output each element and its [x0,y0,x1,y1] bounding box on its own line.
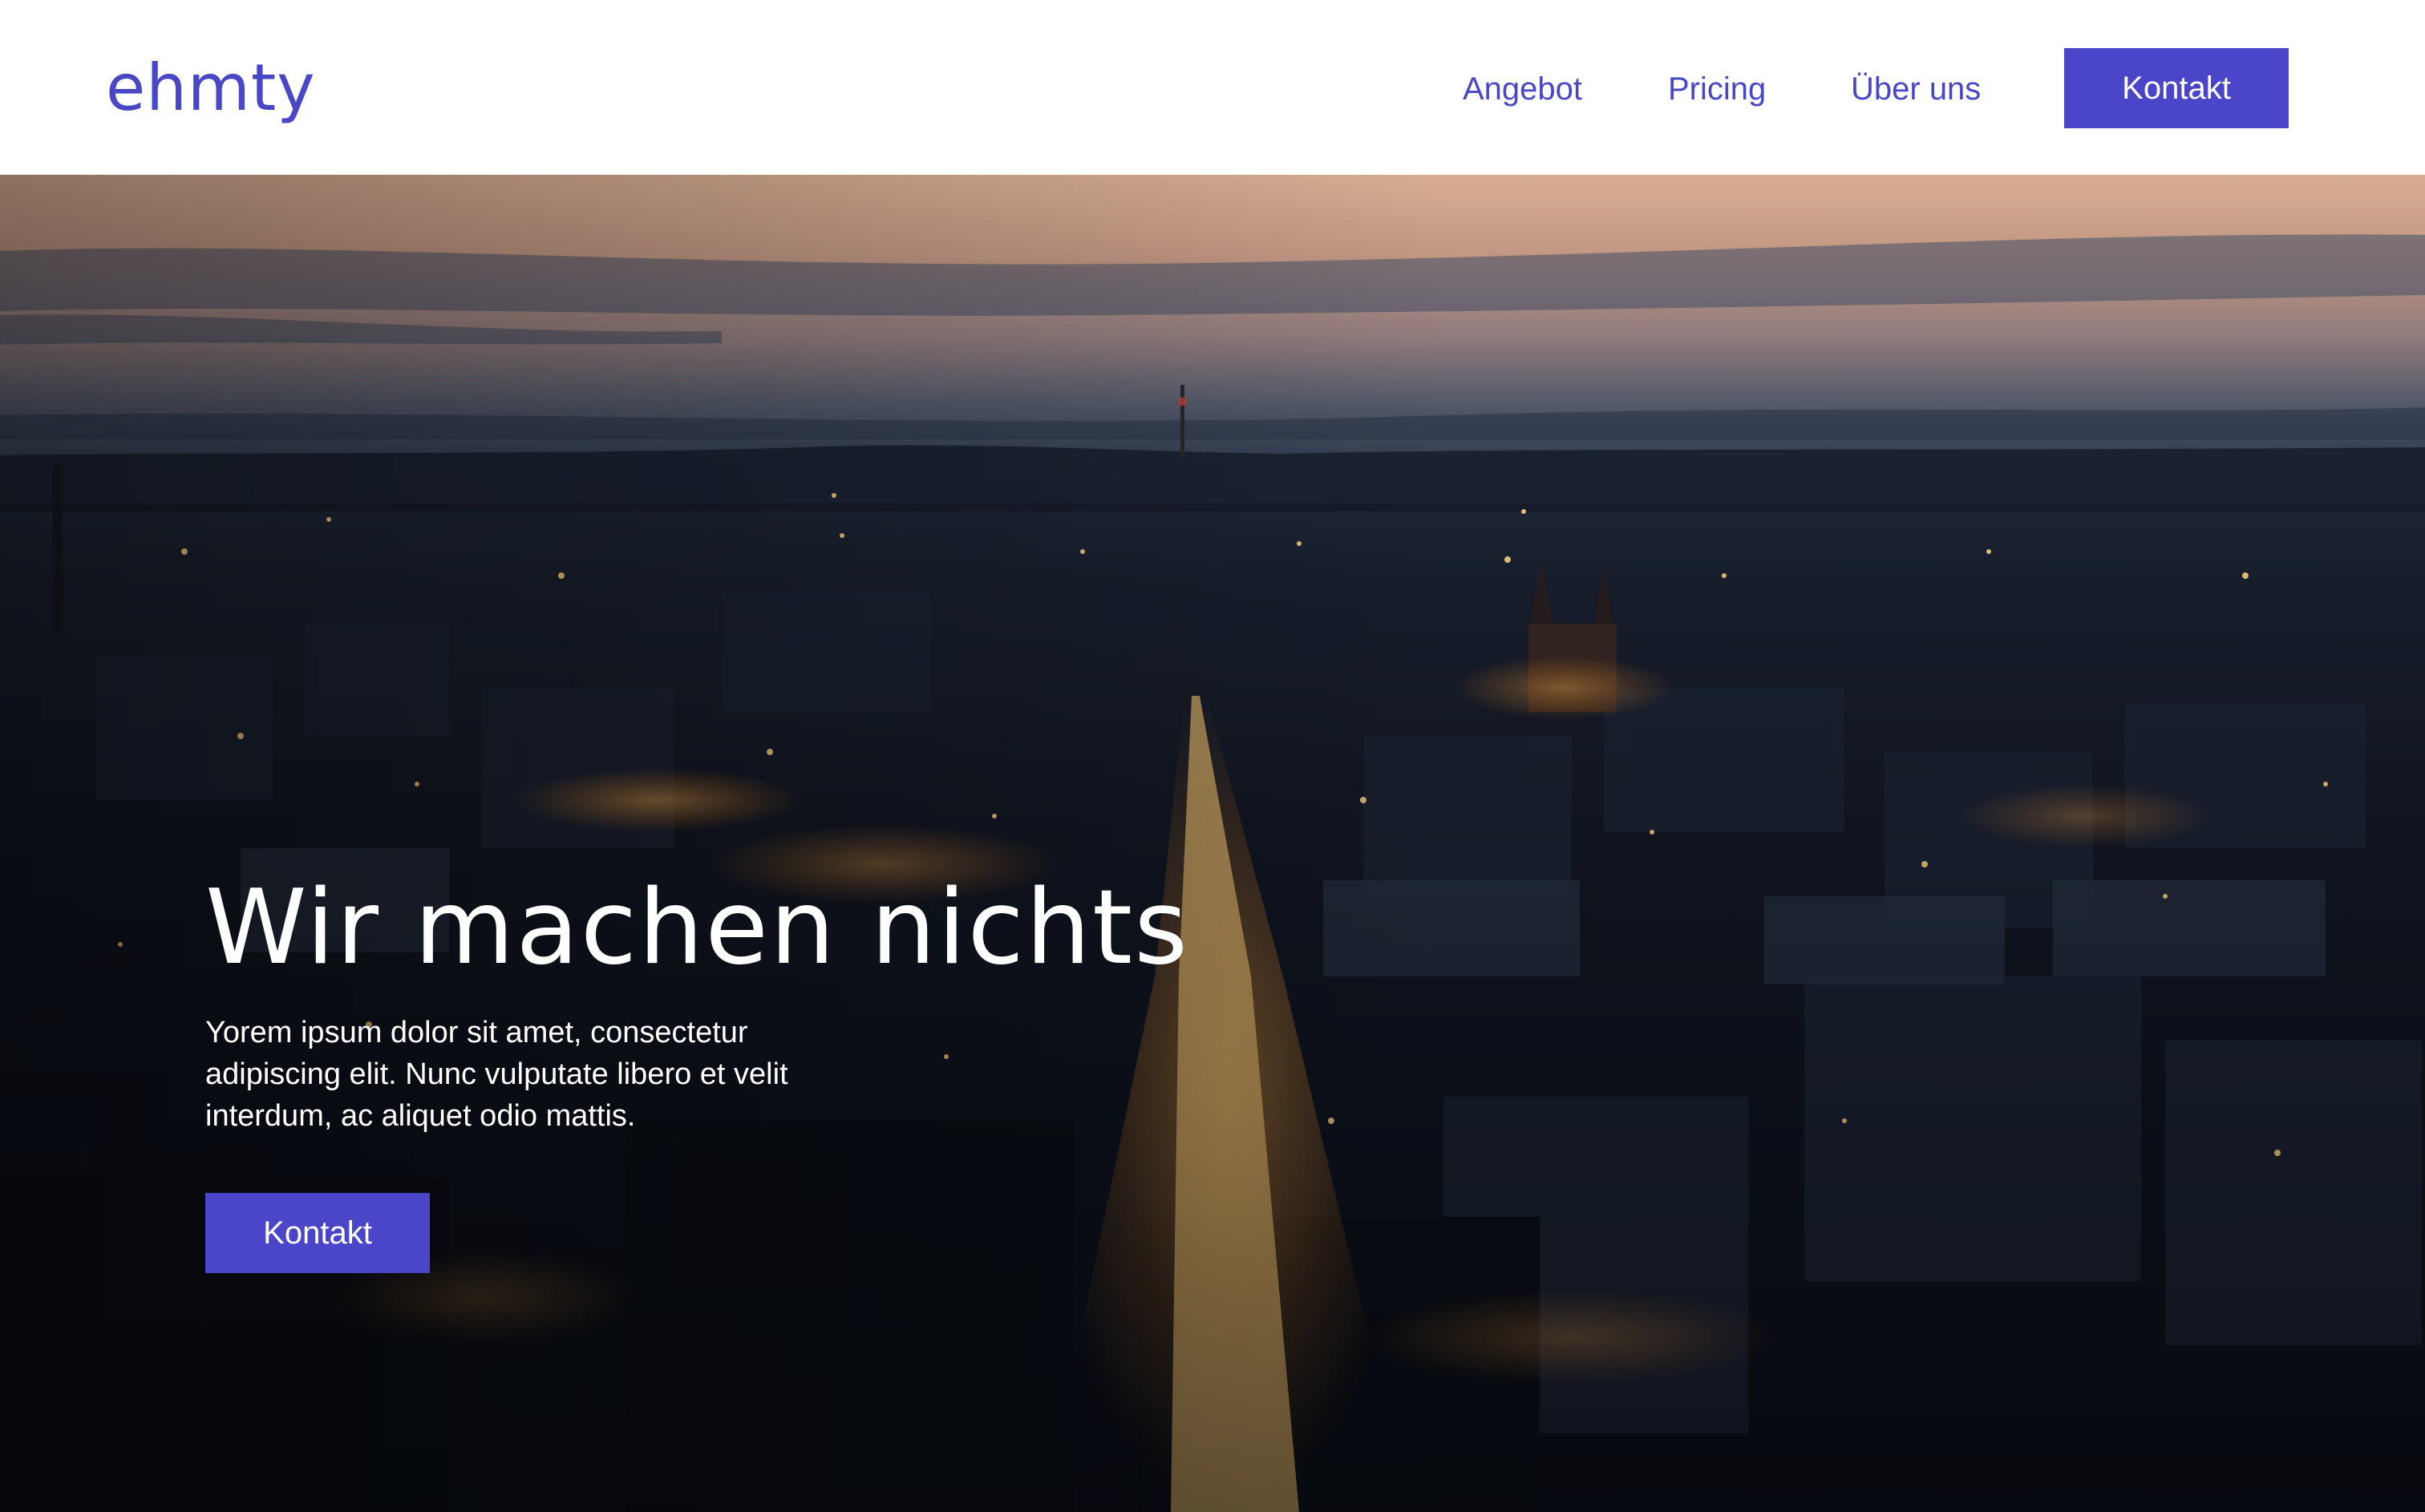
hero-background-image [0,175,2425,1512]
nav-link-pricing[interactable]: Pricing [1668,66,1766,112]
hero-content: Wir machen nichts Yorem ipsum dolor sit … [205,869,1248,1137]
nav-link-ueber-uns[interactable]: Über uns [1851,66,1981,112]
header-contact-button[interactable]: Kontakt [2064,48,2289,128]
hero-description: Yorem ipsum dolor sit amet, consectetur … [205,1016,788,1133]
logo[interactable]: ehmty [106,46,316,130]
hero-section: Wir machen nichts Yorem ipsum dolor sit … [0,175,2425,1512]
site-header: ehmty Angebot Pricing Über uns Kontakt [0,0,2425,175]
hero-contact-button[interactable]: Kontakt [205,1193,430,1273]
hero-title: Wir machen nichts [205,868,1189,988]
nav-link-angebot[interactable]: Angebot [1463,66,1582,112]
